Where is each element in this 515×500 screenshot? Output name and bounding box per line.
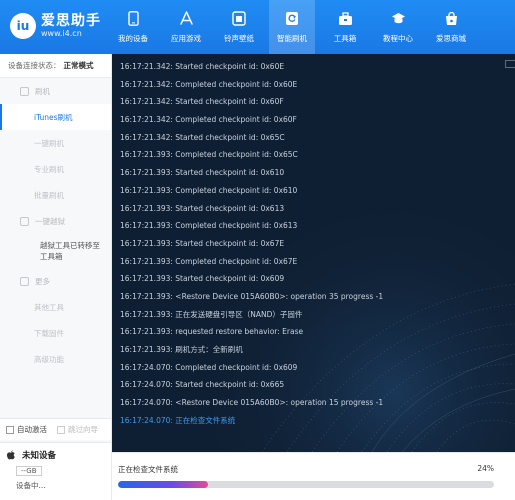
menu-icon [20,276,29,286]
log-line: 16:17:21.393: Completed checkpoint id: 0… [120,150,298,160]
log-line: 16:17:21.342: Completed checkpoint id: 0… [120,79,298,89]
toolbox-icon [337,11,353,27]
wallpaper-icon [231,11,247,27]
nav-toolbox[interactable]: 工具箱 [322,0,368,54]
flash-log-console[interactable]: 16:17:21.342: Started checkpoint id: 0x6… [112,54,515,452]
section-flash: 刷机 [0,78,111,104]
log-line: 16:17:21.393: Completed checkpoint id: 0… [120,221,298,231]
log-line: 16:17:24.070: Completed checkpoint id: 0… [120,362,298,372]
log-line: 16:17:21.393: Completed checkpoint id: 0… [120,256,298,266]
sidebar-item-one-click-flash[interactable]: 一键刷机 [0,130,111,156]
section-more: 更多 [0,268,111,294]
device-state: 设备中... [16,481,46,490]
flash-options: 自动激活 跳过向导 [0,418,111,440]
lock-icon [20,216,29,226]
sidebar: 设备连接状态： 正常模式 刷机 iTunes刷机 一键刷机 专业刷机 批量刷机 一… [0,54,112,500]
log-line: 16:17:21.393: Started checkpoint id: 0x6… [120,274,285,284]
device-panel: 未知设备 --GB 设备中... [0,442,111,500]
progress-area: 正在检查文件系统 24% [112,452,515,500]
section-jailbreak: 一键越狱 [0,208,111,234]
nav-my-device[interactable]: 我的设备 [110,0,156,54]
nav-tutorials[interactable]: 教程中心 [375,0,421,54]
device-name: 未知设备 [22,451,57,461]
app-url: www.i4.cn [41,29,82,38]
nav-ringtones-wallpapers[interactable]: 铃声壁纸 [216,0,262,54]
log-line: 16:17:21.342: Completed checkpoint id: 0… [120,115,297,125]
sidebar-item-advanced[interactable]: 高级功能 [0,346,111,372]
log-line: 16:17:21.393: Completed checkpoint id: 0… [120,185,298,195]
log-lines: 16:17:21.342: Started checkpoint id: 0x6… [120,58,510,429]
main-nav: 我的设备 应用游戏 铃声壁纸 智能刷机 工具箱 教程中心 爱思商城 [110,0,481,54]
jailbreak-note: 越狱工具已转移至工具箱 [40,241,100,261]
phone-icon [125,11,141,27]
nav-apps-games[interactable]: 应用游戏 [163,0,209,54]
connection-status: 设备连接状态： 正常模式 [0,54,111,78]
device-capacity: --GB [16,466,42,476]
log-line: 16:17:21.393: requested restore behavior… [120,327,304,337]
apple-icon [7,450,15,460]
sidebar-item-itunes-flash[interactable]: iTunes刷机 [0,104,111,130]
log-line: 16:17:24.070: Started checkpoint id: 0x6… [120,380,285,390]
top-navigation-bar: iu 爱思助手 www.i4.cn 我的设备 应用游戏 铃声壁纸 智能刷机 工具… [0,0,515,54]
logo-mark: iu [10,13,36,39]
progress-status-text: 正在检查文件系统 [118,465,178,474]
sidebar-item-pro-flash[interactable]: 专业刷机 [0,156,111,182]
flash-icon [284,11,300,27]
nav-smart-flash[interactable]: 智能刷机 [269,0,315,54]
skip-guide-checkbox[interactable]: 跳过向导 [57,424,98,435]
log-line: 16:17:21.342: Started checkpoint id: 0x6… [120,132,285,142]
progress-percent: 24% [477,464,494,473]
log-line: 16:17:21.393: 正在发送硬盘引导区（NAND）子固件 [120,309,303,319]
store-icon [443,11,459,27]
progress-bar [118,481,494,488]
log-line: 16:17:21.342: Started checkpoint id: 0x6… [120,62,285,71]
auto-activate-checkbox[interactable]: 自动激活 [6,424,47,435]
app-name: 爱思助手 [41,13,101,29]
log-line: 16:17:21.393: Started checkpoint id: 0x6… [120,168,285,178]
log-line: 16:17:21.393: <Restore Device 015A60B0>:… [120,291,384,301]
log-line: 16:17:24.070: <Restore Device 015A60B0>:… [120,398,384,408]
status-value: 正常模式 [63,61,94,70]
app-logo: iu 爱思助手 www.i4.cn [10,8,101,44]
log-line: 16:17:21.393: Started checkpoint id: 0x6… [120,203,285,213]
appstore-icon [178,11,194,27]
sidebar-item-download-firmware[interactable]: 下载固件 [0,320,111,346]
log-line: 16:17:24.070: 正在检查文件系统 [120,415,236,425]
log-line: 16:17:21.342: Started checkpoint id: 0x6… [120,97,284,107]
log-line: 16:17:21.393: 刷机方式：全新刷机 [120,345,243,354]
progress-bar-fill [118,481,209,488]
tutorial-icon [390,11,406,27]
log-line: 16:17:21.393: Started checkpoint id: 0x6… [120,238,285,248]
flash-section-icon [20,86,29,96]
sidebar-item-batch-flash[interactable]: 批量刷机 [0,182,111,208]
sidebar-item-other-tools[interactable]: 其他工具 [0,294,111,320]
nav-store[interactable]: 爱思商城 [428,0,474,54]
